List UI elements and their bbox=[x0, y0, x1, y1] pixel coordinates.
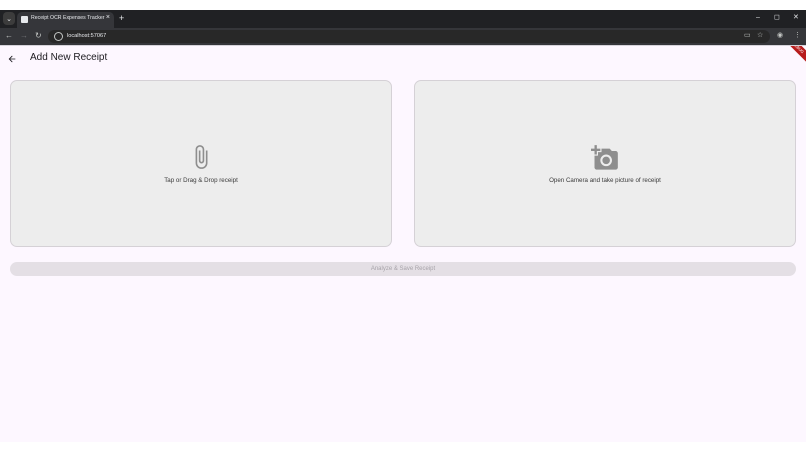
back-button[interactable] bbox=[5, 52, 19, 66]
reload-icon[interactable]: ↻ bbox=[35, 31, 42, 41]
forward-nav-icon[interactable]: → bbox=[20, 31, 28, 41]
camera-card-label: Open Camera and take picture of receipt bbox=[549, 177, 661, 184]
cast-icon[interactable]: ▭ bbox=[744, 31, 751, 41]
close-window-button[interactable]: ✕ bbox=[793, 13, 799, 23]
analyze-save-button[interactable]: Analyze & Save Receipt bbox=[10, 262, 796, 276]
bookmark-star-icon[interactable]: ☆ bbox=[757, 31, 763, 41]
app-page: Add New Receipt Tap or Drag & Drop recei… bbox=[0, 46, 806, 442]
maximize-button[interactable]: ◻ bbox=[774, 13, 780, 23]
upload-receipt-card[interactable]: Tap or Drag & Drop receipt bbox=[10, 80, 392, 247]
more-menu-icon[interactable]: ⋮ bbox=[794, 31, 801, 41]
site-info-icon[interactable] bbox=[54, 32, 63, 41]
paperclip-icon bbox=[195, 145, 208, 169]
camera-card[interactable]: Open Camera and take picture of receipt bbox=[414, 80, 796, 247]
profile-icon[interactable]: ◉ bbox=[777, 31, 783, 41]
tab-title: Receipt OCR Expenses Tracker bbox=[31, 15, 105, 21]
upload-card-label: Tap or Drag & Drop receipt bbox=[164, 177, 238, 184]
add-camera-icon bbox=[591, 145, 618, 170]
bottom-edge bbox=[0, 442, 806, 453]
new-tab-button[interactable]: + bbox=[119, 12, 124, 24]
browser-tab[interactable]: Receipt OCR Expenses Tracker × bbox=[17, 12, 114, 28]
tab-close-icon[interactable]: × bbox=[106, 14, 110, 21]
back-nav-icon[interactable]: ← bbox=[5, 31, 13, 41]
minimize-button[interactable]: – bbox=[756, 13, 760, 23]
arrow-back-icon bbox=[8, 55, 16, 63]
tab-search-button[interactable]: ⌄ bbox=[3, 12, 15, 25]
page-title: Add New Receipt bbox=[30, 52, 108, 63]
flutter-favicon-icon bbox=[21, 16, 28, 23]
chevron-down-icon: ⌄ bbox=[6, 15, 12, 23]
screen: ⌄ Receipt OCR Expenses Tracker × + – ◻ ✕… bbox=[0, 0, 806, 453]
url-text[interactable]: localhost:57067 bbox=[67, 33, 106, 39]
analyze-save-label: Analyze & Save Receipt bbox=[370, 266, 436, 272]
browser-tab-strip: ⌄ Receipt OCR Expenses Tracker × + – ◻ ✕ bbox=[0, 10, 806, 28]
address-bar[interactable]: localhost:57067 bbox=[48, 30, 770, 43]
browser-toolbar: ← → ↻ localhost:57067 ▭ ☆ ◉ ⋮ bbox=[0, 28, 806, 45]
debug-banner: DEBUG bbox=[779, 46, 806, 67]
